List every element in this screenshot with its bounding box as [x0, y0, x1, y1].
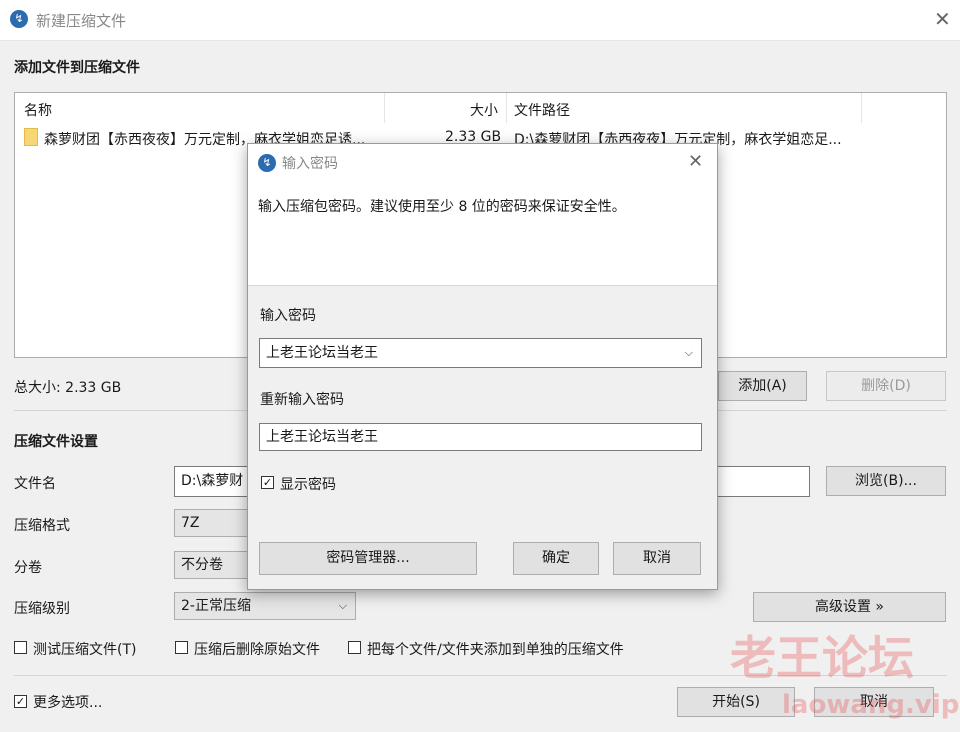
chevron-down-icon: ⌵: [338, 599, 347, 612]
dialog-description: 输入压缩包密码。建议使用至少 8 位的密码来保证安全性。: [258, 199, 626, 215]
format-label: 压缩格式: [14, 518, 70, 534]
filename-label: 文件名: [14, 476, 56, 492]
close-icon[interactable]: ✕: [934, 9, 951, 29]
settings-section-title: 压缩文件设置: [14, 434, 98, 450]
separate-archives-checkbox[interactable]: [348, 641, 361, 654]
password-manager-button[interactable]: 密码管理器...: [259, 542, 477, 575]
password-input[interactable]: 上老王论坛当老王 ⌵: [259, 338, 702, 368]
check-icon: ✓: [262, 476, 273, 489]
delete-original-checkbox[interactable]: [175, 641, 188, 654]
app-icon: ↯: [10, 10, 28, 28]
format-value: 7Z: [181, 515, 200, 531]
check-icon: ✓: [15, 695, 26, 708]
start-button[interactable]: 开始(S): [677, 687, 795, 717]
more-options-checkbox[interactable]: ✓: [14, 695, 27, 708]
chevron-down-icon[interactable]: ⌵: [685, 339, 693, 367]
window-title: 新建压缩文件: [36, 12, 127, 30]
more-options-label[interactable]: 更多选项...: [33, 692, 102, 712]
split-value: 不分卷: [181, 557, 223, 573]
password-value: 上老王论坛当老王: [266, 345, 378, 361]
files-section-title: 添加文件到压缩文件: [14, 60, 140, 76]
browse-button[interactable]: 浏览(B)...: [826, 466, 946, 496]
test-archive-label[interactable]: 测试压缩文件(T): [33, 639, 136, 659]
level-value: 2-正常压缩: [181, 598, 251, 614]
column-header-path[interactable]: 文件路径: [514, 100, 570, 120]
total-size: 总大小: 2.33 GB: [14, 380, 122, 396]
app-icon: ↯: [258, 154, 276, 172]
dialog-title: 输入密码: [282, 156, 338, 172]
cancel-button[interactable]: 取消: [814, 687, 934, 717]
show-password-label[interactable]: 显示密码: [280, 474, 336, 494]
split-label: 分卷: [14, 560, 42, 576]
divider: [14, 675, 947, 676]
reenter-password-input[interactable]: 上老王论坛当老王: [259, 423, 702, 451]
delete-original-label[interactable]: 压缩后删除原始文件: [194, 639, 320, 659]
level-select[interactable]: 2-正常压缩 ⌵: [174, 592, 356, 620]
level-label: 压缩级别: [14, 601, 70, 617]
advanced-settings-button[interactable]: 高级设置 »: [753, 592, 946, 622]
add-button[interactable]: 添加(A): [718, 371, 807, 401]
delete-button[interactable]: 删除(D): [826, 371, 946, 401]
column-header-name[interactable]: 名称: [24, 100, 52, 120]
format-select[interactable]: 7Z: [174, 509, 254, 537]
password-dialog: ↯ 输入密码 ✕ 输入压缩包密码。建议使用至少 8 位的密码来保证安全性。 输入…: [247, 143, 718, 590]
split-select[interactable]: 不分卷: [174, 551, 254, 579]
password-label: 输入密码: [260, 308, 316, 324]
separate-archives-label[interactable]: 把每个文件/文件夹添加到单独的压缩文件: [367, 639, 624, 659]
test-archive-checkbox[interactable]: [14, 641, 27, 654]
dialog-title-bar: ↯ 输入密码 ✕: [248, 144, 717, 180]
reenter-password-label: 重新输入密码: [260, 392, 344, 408]
dialog-cancel-button[interactable]: 取消: [613, 542, 701, 575]
ok-button[interactable]: 确定: [513, 542, 599, 575]
watermark-text: 老王论坛: [730, 631, 914, 685]
close-icon[interactable]: ✕: [688, 152, 703, 172]
dialog-description-area: 输入压缩包密码。建议使用至少 8 位的密码来保证安全性。: [248, 180, 717, 286]
title-bar: ↯ 新建压缩文件 ✕: [0, 0, 960, 41]
show-password-checkbox[interactable]: ✓: [261, 476, 274, 489]
folder-icon: [24, 128, 38, 146]
column-header-size[interactable]: 大小: [470, 100, 498, 120]
